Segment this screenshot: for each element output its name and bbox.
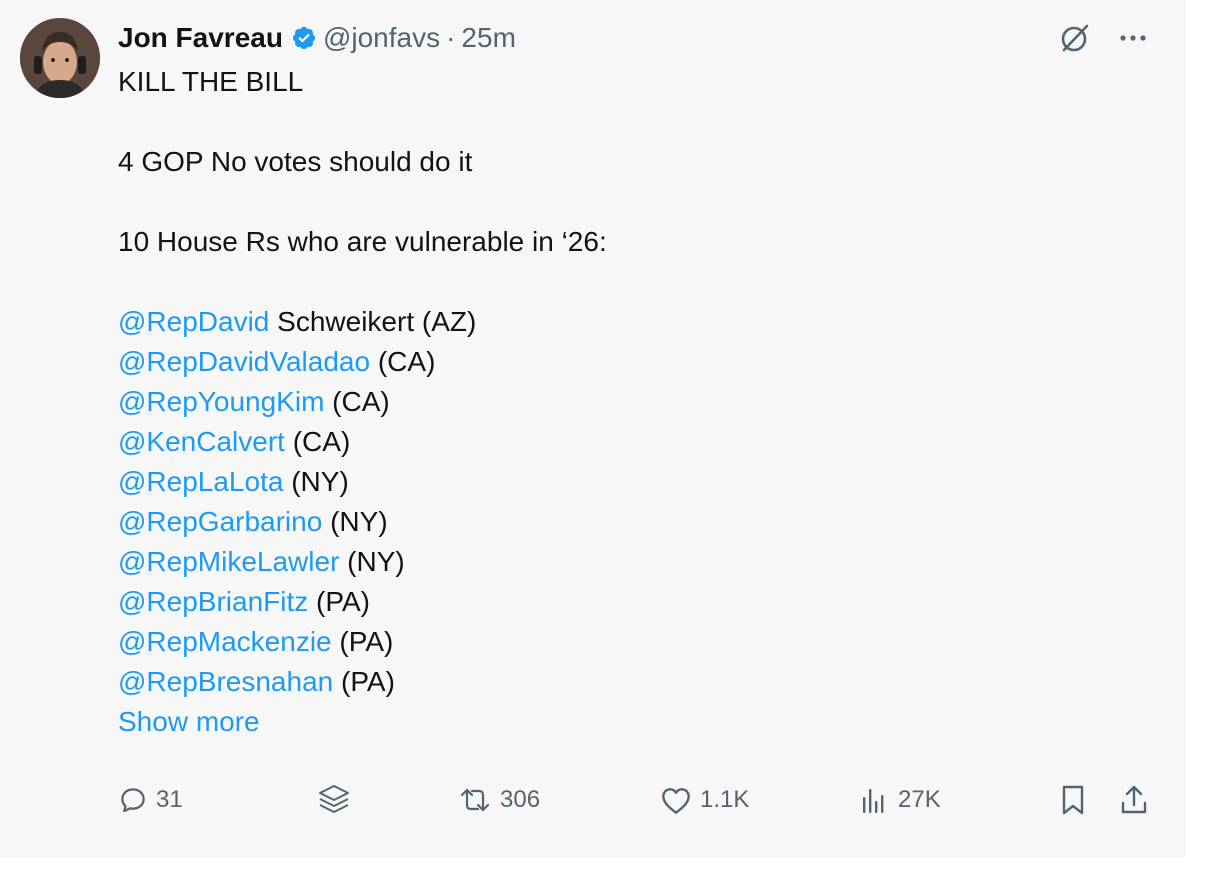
avatar[interactable] (20, 18, 100, 98)
mention-suffix: (CA) (370, 346, 436, 377)
mention-link[interactable]: @RepMikeLawler (118, 546, 339, 577)
avatar-image (20, 18, 100, 98)
reply-count: 31 (156, 786, 183, 813)
mention-line: @RepMackenzie (PA) (118, 622, 1138, 662)
mention-suffix: (PA) (308, 586, 370, 617)
mention-line: @RepYoungKim (CA) (118, 382, 1138, 422)
mention-line: @KenCalvert (CA) (118, 422, 1138, 462)
share-icon (1118, 783, 1150, 817)
mention-link[interactable]: @RepLaLota (118, 466, 283, 497)
mention-suffix: (NY) (339, 546, 405, 577)
mention-suffix: (NY) (322, 506, 388, 537)
author-name[interactable]: Jon Favreau (118, 22, 283, 54)
mention-link[interactable]: @RepMackenzie (118, 626, 332, 657)
mention-link[interactable]: @RepBrianFitz (118, 586, 308, 617)
views-chart-icon (860, 785, 890, 815)
mention-link[interactable]: @RepDavidValadao (118, 346, 370, 377)
tweet-top-actions (1058, 18, 1148, 58)
tweet-actions-bar: 31 306 1.1K 27K (118, 780, 1156, 820)
more-horizontal-icon[interactable] (1118, 33, 1148, 43)
heart-icon (660, 785, 692, 815)
grok-icon[interactable] (1058, 21, 1092, 55)
mention-suffix: (CA) (324, 386, 390, 417)
mention-suffix: (PA) (331, 626, 394, 657)
mention-line: @RepMikeLawler (NY) (118, 542, 1138, 582)
like-count: 1.1K (700, 786, 750, 813)
bookmark-icon (1058, 783, 1088, 817)
mention-suffix: (CA) (284, 426, 351, 457)
repost-count: 306 (500, 786, 541, 813)
tweet-card[interactable]: Jon Favreau @jonfavs · 25m KILL THE BILL… (0, 0, 1185, 857)
mention-line: @RepBrianFitz (PA) (118, 582, 1138, 622)
reply-icon (118, 785, 148, 815)
mention-suffix: (PA) (333, 666, 395, 697)
bookmark-button[interactable] (1058, 780, 1088, 820)
repost-button[interactable]: 306 (458, 780, 540, 820)
tweet-text: KILL THE BILL 4 GOP No votes should do i… (118, 62, 1138, 742)
mention-link[interactable]: @RepBresnahan (118, 666, 333, 697)
show-more-link[interactable]: Show more (118, 706, 260, 737)
grok-stack-button[interactable] (314, 780, 354, 820)
author-handle[interactable]: @jonfavs (323, 22, 440, 54)
mention-suffix: (NY) (283, 466, 349, 497)
repost-icon (458, 785, 492, 815)
reply-button[interactable]: 31 (118, 780, 183, 820)
like-button[interactable]: 1.1K (660, 780, 749, 820)
mention-link[interactable]: @RepYoungKim (118, 386, 324, 417)
mention-link[interactable]: @KenCalvert (118, 426, 285, 457)
verified-badge-icon (291, 25, 317, 51)
tweet-line: KILL THE BILL (118, 66, 304, 97)
views-count: 27K (898, 786, 941, 813)
mention-line: @RepDavid Schweikert (AZ) (118, 302, 1138, 342)
mention-link[interactable]: @RepDavid (118, 306, 269, 337)
mention-suffix: Schweikert (AZ) (269, 306, 477, 337)
mention-link[interactable]: @RepGarbarino (118, 506, 322, 537)
mention-line: @RepBresnahan (PA) (118, 662, 1138, 702)
mention-line: @RepGarbarino (NY) (118, 502, 1138, 542)
mention-line: @RepDavidValadao (CA) (118, 342, 1138, 382)
timestamp[interactable]: 25m (461, 22, 515, 54)
tweet-header: Jon Favreau @jonfavs · 25m (118, 18, 516, 58)
views-button[interactable]: 27K (860, 780, 941, 820)
tweet-line: 4 GOP No votes should do it (118, 146, 473, 177)
tweet-line: 10 House Rs who are vulnerable in ‘26: (118, 226, 607, 257)
layers-icon (314, 780, 354, 820)
mention-line: @RepLaLota (NY) (118, 462, 1138, 502)
share-button[interactable] (1118, 780, 1150, 820)
header-separator: · (446, 22, 456, 53)
